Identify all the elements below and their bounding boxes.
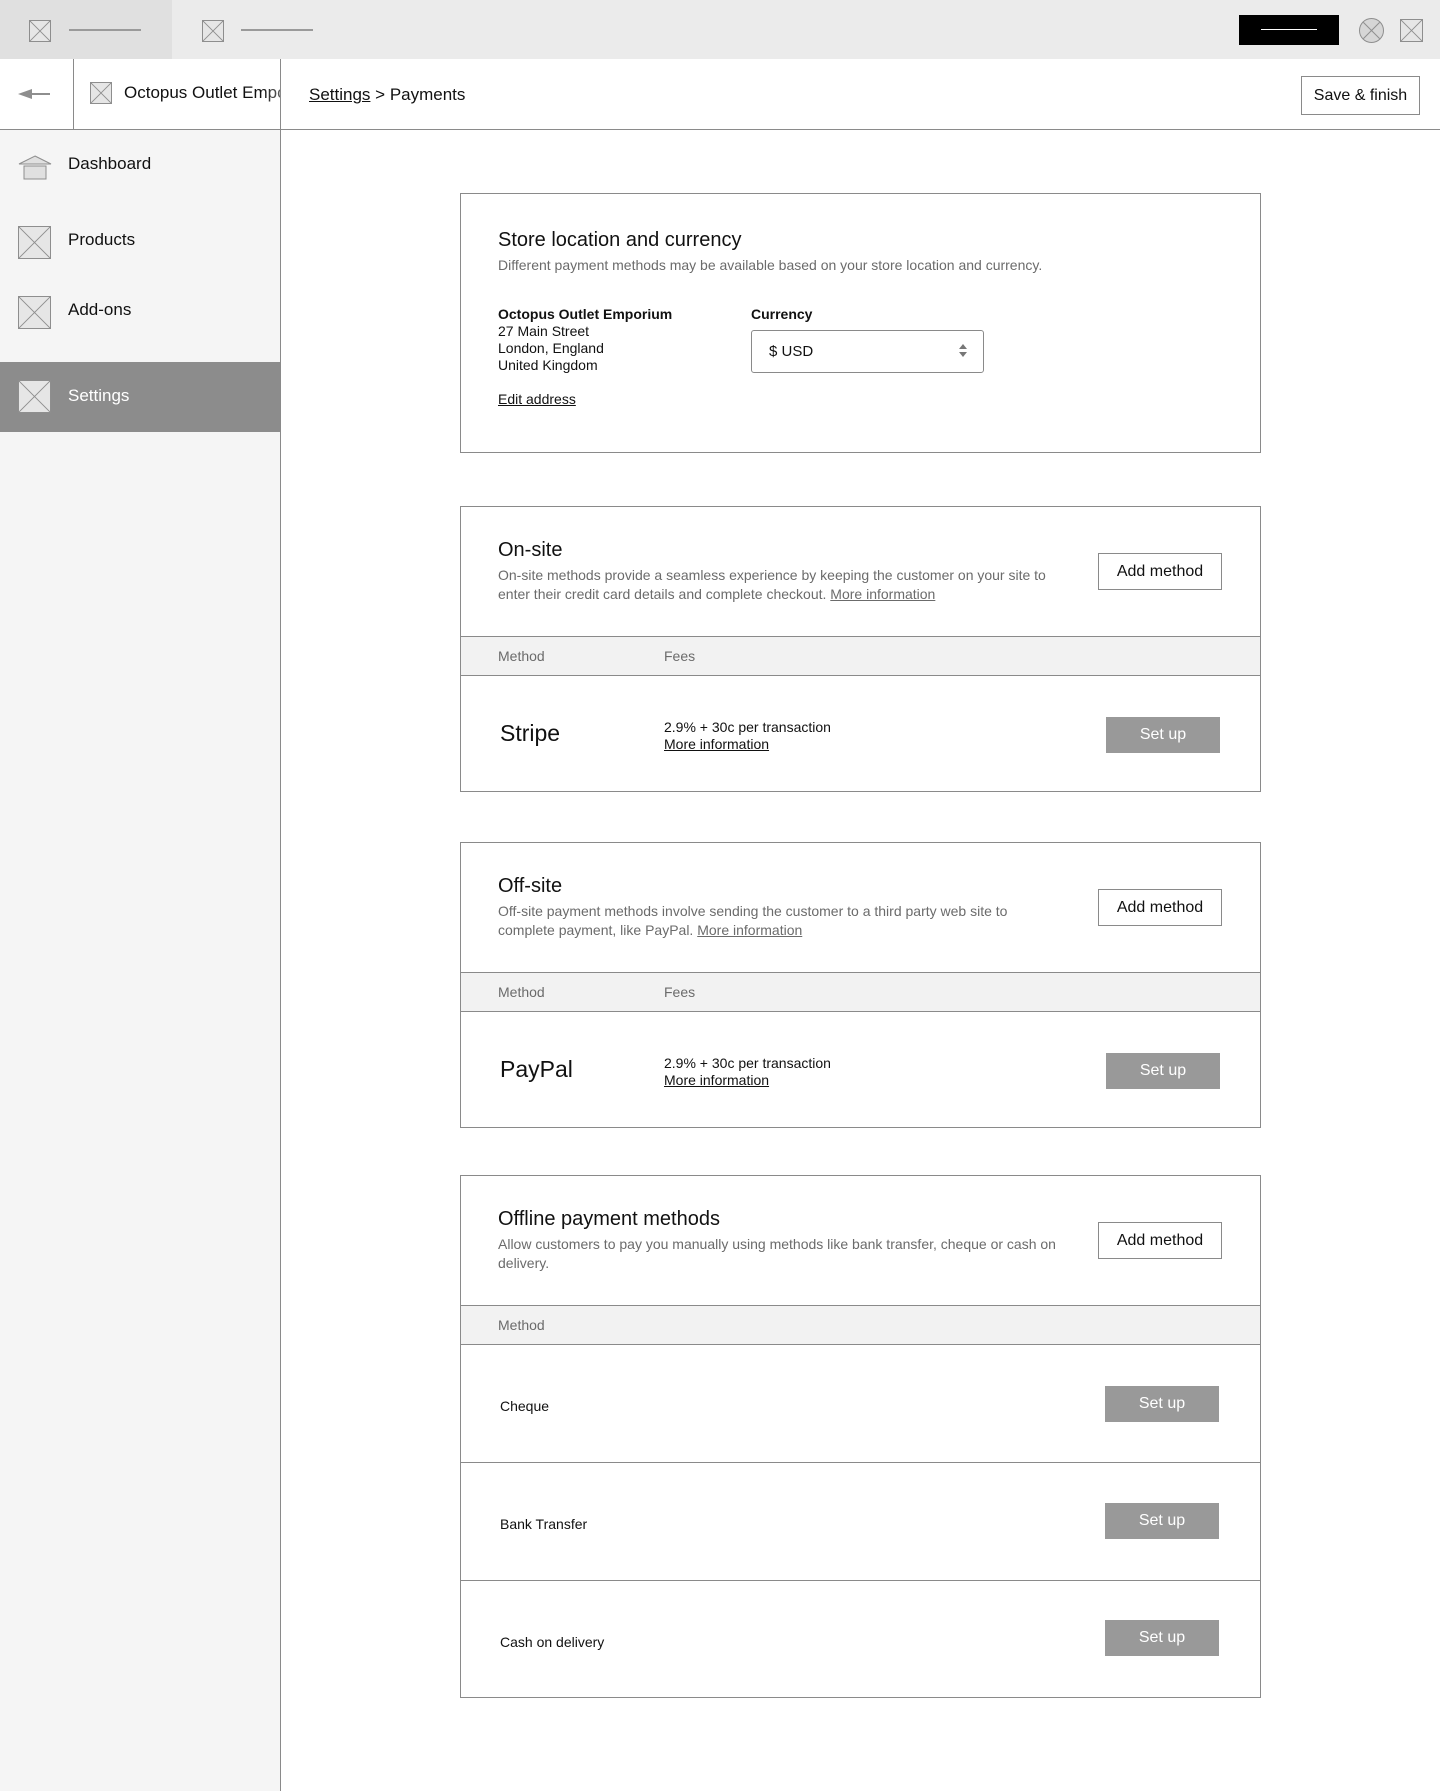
method-name: Bank Transfer bbox=[500, 1516, 588, 1532]
more-information-link[interactable]: More information bbox=[697, 922, 802, 938]
select-arrows-icon bbox=[959, 344, 967, 357]
method-name: Cheque bbox=[500, 1398, 550, 1414]
description-text: On-site methods provide a seamless exper… bbox=[498, 567, 1046, 602]
tab-2[interactable] bbox=[172, 0, 322, 59]
setup-button[interactable]: Set up bbox=[1105, 1620, 1219, 1656]
table-row: Cash on delivery Set up bbox=[461, 1580, 1260, 1697]
address-name: Octopus Outlet Emporium bbox=[498, 306, 673, 322]
fee-more-information-link[interactable]: More information bbox=[664, 1072, 831, 1089]
fee-more-information-link[interactable]: More information bbox=[664, 736, 831, 753]
fee-text: 2.9% + 30c per transaction bbox=[664, 719, 831, 735]
breadcrumb-separator: > bbox=[370, 85, 390, 104]
table-row: PayPal 2.9% + 30c per transaction More i… bbox=[461, 1012, 1260, 1128]
card-description: Allow customers to pay you manually usin… bbox=[498, 1236, 1056, 1271]
method-name: Stripe bbox=[500, 720, 561, 746]
placeholder-image-icon bbox=[29, 20, 51, 42]
sidebar-item-addons[interactable]: Add-ons bbox=[0, 276, 280, 346]
back-arrow-icon bbox=[18, 89, 50, 99]
placeholder-image-icon bbox=[18, 296, 51, 329]
table-header: Method Fees bbox=[461, 636, 1260, 676]
edit-address-link[interactable]: Edit address bbox=[498, 391, 576, 407]
sidebar-item-label: Dashboard bbox=[68, 154, 152, 173]
address-line: 27 Main Street bbox=[498, 323, 590, 339]
offsite-methods-card: Off-site Off-site payment methods involv… bbox=[460, 842, 1261, 1128]
card-title: Off-site bbox=[498, 875, 563, 897]
onsite-methods-card: On-site On-site methods provide a seamle… bbox=[460, 506, 1261, 792]
store-logo-icon bbox=[90, 82, 112, 104]
address-line: London, England bbox=[498, 340, 604, 356]
sidebar: Dashboard Products Add-ons Settings bbox=[0, 130, 281, 1791]
store-location-card: Store location and currency Different pa… bbox=[460, 193, 1261, 453]
table-row: Stripe 2.9% + 30c per transaction More i… bbox=[461, 676, 1260, 792]
card-title: Offline payment methods bbox=[498, 1208, 720, 1230]
column-header-fees: Fees bbox=[664, 648, 696, 664]
method-name: Cash on delivery bbox=[500, 1634, 605, 1650]
card-description: Off-site payment methods involve sending… bbox=[498, 902, 1058, 940]
tab-1[interactable] bbox=[0, 0, 172, 59]
card-title: Store location and currency bbox=[498, 229, 742, 251]
placeholder-image-icon bbox=[18, 226, 51, 259]
app-header: Octopus Outlet Emporium Settings > Payme… bbox=[0, 59, 1440, 130]
home-icon bbox=[18, 155, 52, 180]
store-address: Octopus Outlet Emporium 27 Main Street L… bbox=[498, 306, 672, 374]
store-name: Octopus Outlet Emporium bbox=[124, 83, 280, 102]
sidebar-item-products[interactable]: Products bbox=[0, 206, 280, 276]
top-action-button[interactable] bbox=[1239, 15, 1339, 45]
column-header-method: Method bbox=[498, 648, 545, 664]
currency-label: Currency bbox=[751, 306, 813, 322]
back-button[interactable] bbox=[0, 59, 74, 129]
setup-button[interactable]: Set up bbox=[1105, 1503, 1219, 1539]
card-description: Different payment methods may be availab… bbox=[498, 257, 1043, 273]
store-switcher[interactable]: Octopus Outlet Emporium bbox=[74, 59, 281, 129]
column-header-fees: Fees bbox=[664, 984, 696, 1000]
add-method-button[interactable]: Add method bbox=[1098, 889, 1222, 926]
placeholder-image-icon bbox=[202, 20, 224, 42]
add-method-button[interactable]: Add method bbox=[1098, 1222, 1222, 1259]
tab-title-placeholder bbox=[69, 29, 141, 31]
tab-title-placeholder bbox=[241, 29, 313, 31]
placeholder-image-icon[interactable] bbox=[1400, 19, 1423, 42]
sidebar-item-label: Products bbox=[68, 230, 136, 249]
offline-methods-card: Offline payment methods Allow customers … bbox=[460, 1175, 1261, 1698]
setup-button[interactable]: Set up bbox=[1105, 1386, 1219, 1422]
circle-placeholder-icon[interactable] bbox=[1359, 18, 1384, 43]
column-header-method: Method bbox=[498, 1317, 545, 1333]
currency-value: $ USD bbox=[769, 343, 814, 360]
method-name: PayPal bbox=[500, 1056, 573, 1082]
setup-button[interactable]: Set up bbox=[1106, 717, 1220, 753]
placeholder-image-icon bbox=[18, 380, 51, 413]
breadcrumb: Settings > Payments bbox=[309, 85, 465, 105]
fee-text: 2.9% + 30c per transaction bbox=[664, 1055, 831, 1071]
sidebar-item-label: Add-ons bbox=[68, 300, 132, 319]
breadcrumb-settings-link[interactable]: Settings bbox=[309, 85, 370, 104]
button-label-placeholder bbox=[1261, 29, 1317, 30]
table-header: Method bbox=[461, 1305, 1260, 1345]
table-row: Bank Transfer Set up bbox=[461, 1462, 1260, 1580]
setup-button[interactable]: Set up bbox=[1106, 1053, 1220, 1089]
column-header-method: Method bbox=[498, 984, 545, 1000]
browser-tab-bar bbox=[0, 0, 1440, 59]
table-header: Method Fees bbox=[461, 972, 1260, 1012]
card-description: On-site methods provide a seamless exper… bbox=[498, 566, 1058, 604]
address-line: United Kingdom bbox=[498, 357, 598, 373]
sidebar-item-dashboard[interactable]: Dashboard bbox=[0, 130, 280, 200]
method-fee: 2.9% + 30c per transaction More informat… bbox=[664, 719, 831, 753]
card-title: On-site bbox=[498, 539, 563, 561]
breadcrumb-current: Payments bbox=[389, 85, 466, 104]
more-information-link[interactable]: More information bbox=[830, 586, 935, 602]
add-method-button[interactable]: Add method bbox=[1098, 553, 1222, 590]
table-row: Cheque Set up bbox=[461, 1345, 1260, 1462]
save-finish-button[interactable]: Save & finish bbox=[1301, 76, 1420, 115]
sidebar-item-label: Settings bbox=[68, 386, 130, 405]
currency-select[interactable]: $ USD bbox=[751, 330, 984, 373]
method-fee: 2.9% + 30c per transaction More informat… bbox=[664, 1055, 831, 1089]
sidebar-item-settings[interactable]: Settings bbox=[0, 362, 280, 432]
